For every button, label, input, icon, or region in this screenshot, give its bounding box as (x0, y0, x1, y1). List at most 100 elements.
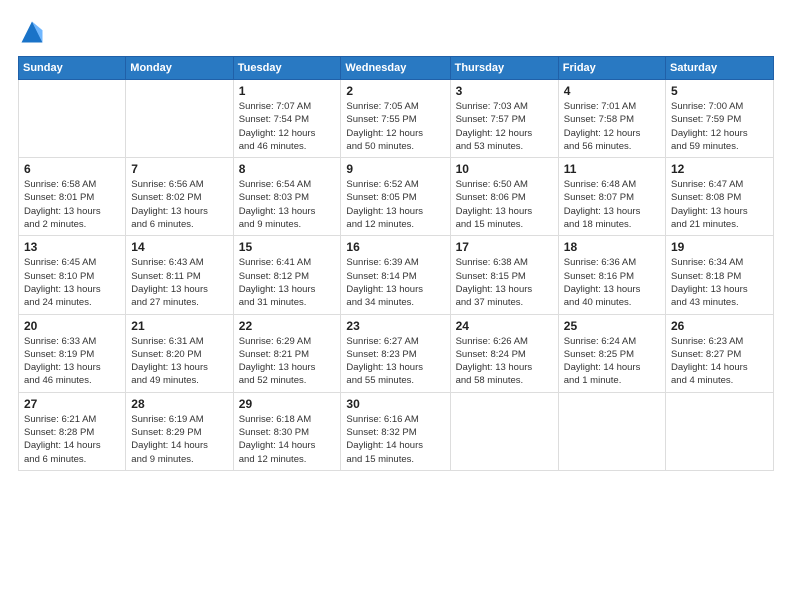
day-detail: Sunrise: 6:50 AM Sunset: 8:06 PM Dayligh… (456, 178, 553, 231)
day-detail: Sunrise: 6:26 AM Sunset: 8:24 PM Dayligh… (456, 335, 553, 388)
day-detail: Sunrise: 6:45 AM Sunset: 8:10 PM Dayligh… (24, 256, 120, 309)
weekday-header-sunday: Sunday (19, 57, 126, 80)
day-number: 9 (346, 162, 444, 176)
day-number: 13 (24, 240, 120, 254)
calendar-cell: 15 Sunrise: 6:41 AM Sunset: 8:12 PM Dayli… (233, 236, 341, 314)
day-number: 19 (671, 240, 768, 254)
calendar-cell: 23 Sunrise: 6:27 AM Sunset: 8:23 PM Dayli… (341, 314, 450, 392)
day-detail: Sunrise: 6:31 AM Sunset: 8:20 PM Dayligh… (131, 335, 227, 388)
day-detail: Sunrise: 6:27 AM Sunset: 8:23 PM Dayligh… (346, 335, 444, 388)
weekday-header-row: SundayMondayTuesdayWednesdayThursdayFrid… (19, 57, 774, 80)
day-detail: Sunrise: 6:48 AM Sunset: 8:07 PM Dayligh… (564, 178, 660, 231)
day-detail: Sunrise: 6:18 AM Sunset: 8:30 PM Dayligh… (239, 413, 336, 466)
day-number: 30 (346, 397, 444, 411)
calendar-cell: 13 Sunrise: 6:45 AM Sunset: 8:10 PM Dayli… (19, 236, 126, 314)
day-detail: Sunrise: 6:36 AM Sunset: 8:16 PM Dayligh… (564, 256, 660, 309)
calendar-cell: 2 Sunrise: 7:05 AM Sunset: 7:55 PM Daylig… (341, 80, 450, 158)
calendar-cell: 11 Sunrise: 6:48 AM Sunset: 8:07 PM Dayli… (558, 158, 665, 236)
day-detail: Sunrise: 6:38 AM Sunset: 8:15 PM Dayligh… (456, 256, 553, 309)
day-number: 11 (564, 162, 660, 176)
day-number: 5 (671, 84, 768, 98)
day-detail: Sunrise: 6:41 AM Sunset: 8:12 PM Dayligh… (239, 256, 336, 309)
day-number: 4 (564, 84, 660, 98)
calendar-cell: 6 Sunrise: 6:58 AM Sunset: 8:01 PM Daylig… (19, 158, 126, 236)
day-detail: Sunrise: 6:21 AM Sunset: 8:28 PM Dayligh… (24, 413, 120, 466)
day-number: 18 (564, 240, 660, 254)
weekday-header-wednesday: Wednesday (341, 57, 450, 80)
day-number: 15 (239, 240, 336, 254)
header (18, 18, 774, 46)
day-number: 16 (346, 240, 444, 254)
day-number: 12 (671, 162, 768, 176)
day-number: 26 (671, 319, 768, 333)
calendar-cell (126, 80, 233, 158)
calendar-cell (666, 392, 774, 470)
calendar-week-row: 1 Sunrise: 7:07 AM Sunset: 7:54 PM Daylig… (19, 80, 774, 158)
calendar-cell: 17 Sunrise: 6:38 AM Sunset: 8:15 PM Dayli… (450, 236, 558, 314)
day-detail: Sunrise: 6:24 AM Sunset: 8:25 PM Dayligh… (564, 335, 660, 388)
day-detail: Sunrise: 7:07 AM Sunset: 7:54 PM Dayligh… (239, 100, 336, 153)
weekday-header-saturday: Saturday (666, 57, 774, 80)
calendar-cell: 25Sunrise: 6:24 AM Sunset: 8:25 PM Dayli… (558, 314, 665, 392)
calendar-cell: 21 Sunrise: 6:31 AM Sunset: 8:20 PM Dayli… (126, 314, 233, 392)
calendar-cell: 9Sunrise: 6:52 AM Sunset: 8:05 PM Daylig… (341, 158, 450, 236)
calendar-cell: 29Sunrise: 6:18 AM Sunset: 8:30 PM Dayli… (233, 392, 341, 470)
calendar-week-row: 6 Sunrise: 6:58 AM Sunset: 8:01 PM Daylig… (19, 158, 774, 236)
calendar-cell: 18 Sunrise: 6:36 AM Sunset: 8:16 PM Dayli… (558, 236, 665, 314)
day-detail: Sunrise: 6:34 AM Sunset: 8:18 PM Dayligh… (671, 256, 768, 309)
day-number: 23 (346, 319, 444, 333)
weekday-header-thursday: Thursday (450, 57, 558, 80)
day-detail: Sunrise: 6:43 AM Sunset: 8:11 PM Dayligh… (131, 256, 227, 309)
day-number: 7 (131, 162, 227, 176)
calendar-cell: 24Sunrise: 6:26 AM Sunset: 8:24 PM Dayli… (450, 314, 558, 392)
calendar-cell (19, 80, 126, 158)
day-number: 27 (24, 397, 120, 411)
day-number: 10 (456, 162, 553, 176)
day-detail: Sunrise: 7:05 AM Sunset: 7:55 PM Dayligh… (346, 100, 444, 153)
day-detail: Sunrise: 6:58 AM Sunset: 8:01 PM Dayligh… (24, 178, 120, 231)
calendar-cell: 28Sunrise: 6:19 AM Sunset: 8:29 PM Dayli… (126, 392, 233, 470)
day-number: 2 (346, 84, 444, 98)
day-number: 17 (456, 240, 553, 254)
calendar-cell: 10 Sunrise: 6:50 AM Sunset: 8:06 PM Dayli… (450, 158, 558, 236)
weekday-header-monday: Monday (126, 57, 233, 80)
calendar-cell (450, 392, 558, 470)
day-number: 28 (131, 397, 227, 411)
calendar-table: SundayMondayTuesdayWednesdayThursdayFrid… (18, 56, 774, 471)
calendar-cell: 19 Sunrise: 6:34 AM Sunset: 8:18 PM Dayli… (666, 236, 774, 314)
logo (18, 18, 50, 46)
calendar-cell: 22 Sunrise: 6:29 AM Sunset: 8:21 PM Dayli… (233, 314, 341, 392)
day-detail: Sunrise: 6:54 AM Sunset: 8:03 PM Dayligh… (239, 178, 336, 231)
day-number: 20 (24, 319, 120, 333)
day-detail: Sunrise: 6:56 AM Sunset: 8:02 PM Dayligh… (131, 178, 227, 231)
calendar-cell: 4 Sunrise: 7:01 AM Sunset: 7:58 PM Daylig… (558, 80, 665, 158)
day-number: 14 (131, 240, 227, 254)
calendar-week-row: 27 Sunrise: 6:21 AM Sunset: 8:28 PM Dayli… (19, 392, 774, 470)
calendar-cell: 3 Sunrise: 7:03 AM Sunset: 7:57 PM Daylig… (450, 80, 558, 158)
calendar-cell: 1 Sunrise: 7:07 AM Sunset: 7:54 PM Daylig… (233, 80, 341, 158)
day-detail: Sunrise: 7:00 AM Sunset: 7:59 PM Dayligh… (671, 100, 768, 153)
day-detail: Sunrise: 7:01 AM Sunset: 7:58 PM Dayligh… (564, 100, 660, 153)
day-detail: Sunrise: 6:16 AM Sunset: 8:32 PM Dayligh… (346, 413, 444, 466)
calendar-cell: 20 Sunrise: 6:33 AM Sunset: 8:19 PM Dayli… (19, 314, 126, 392)
day-number: 6 (24, 162, 120, 176)
calendar-week-row: 20 Sunrise: 6:33 AM Sunset: 8:19 PM Dayli… (19, 314, 774, 392)
weekday-header-tuesday: Tuesday (233, 57, 341, 80)
day-number: 1 (239, 84, 336, 98)
calendar-cell: 8Sunrise: 6:54 AM Sunset: 8:03 PM Daylig… (233, 158, 341, 236)
calendar-cell: 12Sunrise: 6:47 AM Sunset: 8:08 PM Dayli… (666, 158, 774, 236)
day-detail: Sunrise: 6:29 AM Sunset: 8:21 PM Dayligh… (239, 335, 336, 388)
day-detail: Sunrise: 6:33 AM Sunset: 8:19 PM Dayligh… (24, 335, 120, 388)
calendar-cell: 26Sunrise: 6:23 AM Sunset: 8:27 PM Dayli… (666, 314, 774, 392)
calendar-cell: 14 Sunrise: 6:43 AM Sunset: 8:11 PM Dayli… (126, 236, 233, 314)
calendar-cell: 5 Sunrise: 7:00 AM Sunset: 7:59 PM Daylig… (666, 80, 774, 158)
calendar-cell (558, 392, 665, 470)
day-number: 22 (239, 319, 336, 333)
calendar-cell: 30 Sunrise: 6:16 AM Sunset: 8:32 PM Dayli… (341, 392, 450, 470)
day-number: 3 (456, 84, 553, 98)
calendar-cell: 27 Sunrise: 6:21 AM Sunset: 8:28 PM Dayli… (19, 392, 126, 470)
day-detail: Sunrise: 7:03 AM Sunset: 7:57 PM Dayligh… (456, 100, 553, 153)
calendar-cell: 16Sunrise: 6:39 AM Sunset: 8:14 PM Dayli… (341, 236, 450, 314)
calendar-cell: 7 Sunrise: 6:56 AM Sunset: 8:02 PM Daylig… (126, 158, 233, 236)
day-number: 21 (131, 319, 227, 333)
